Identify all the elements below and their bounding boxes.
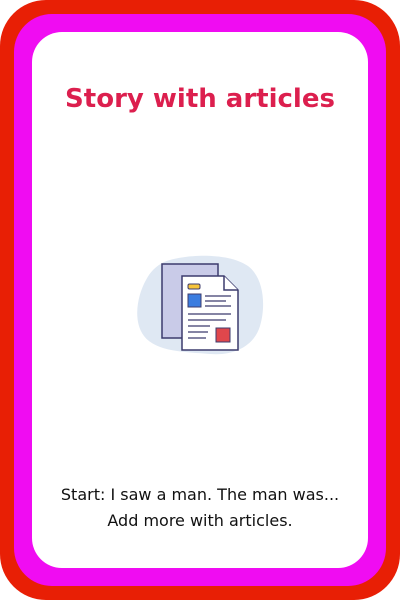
card-description: Start: I saw a man. The man was... Add m… — [60, 485, 340, 530]
document-icon — [136, 254, 266, 358]
card-title: Story with articles — [65, 84, 335, 114]
